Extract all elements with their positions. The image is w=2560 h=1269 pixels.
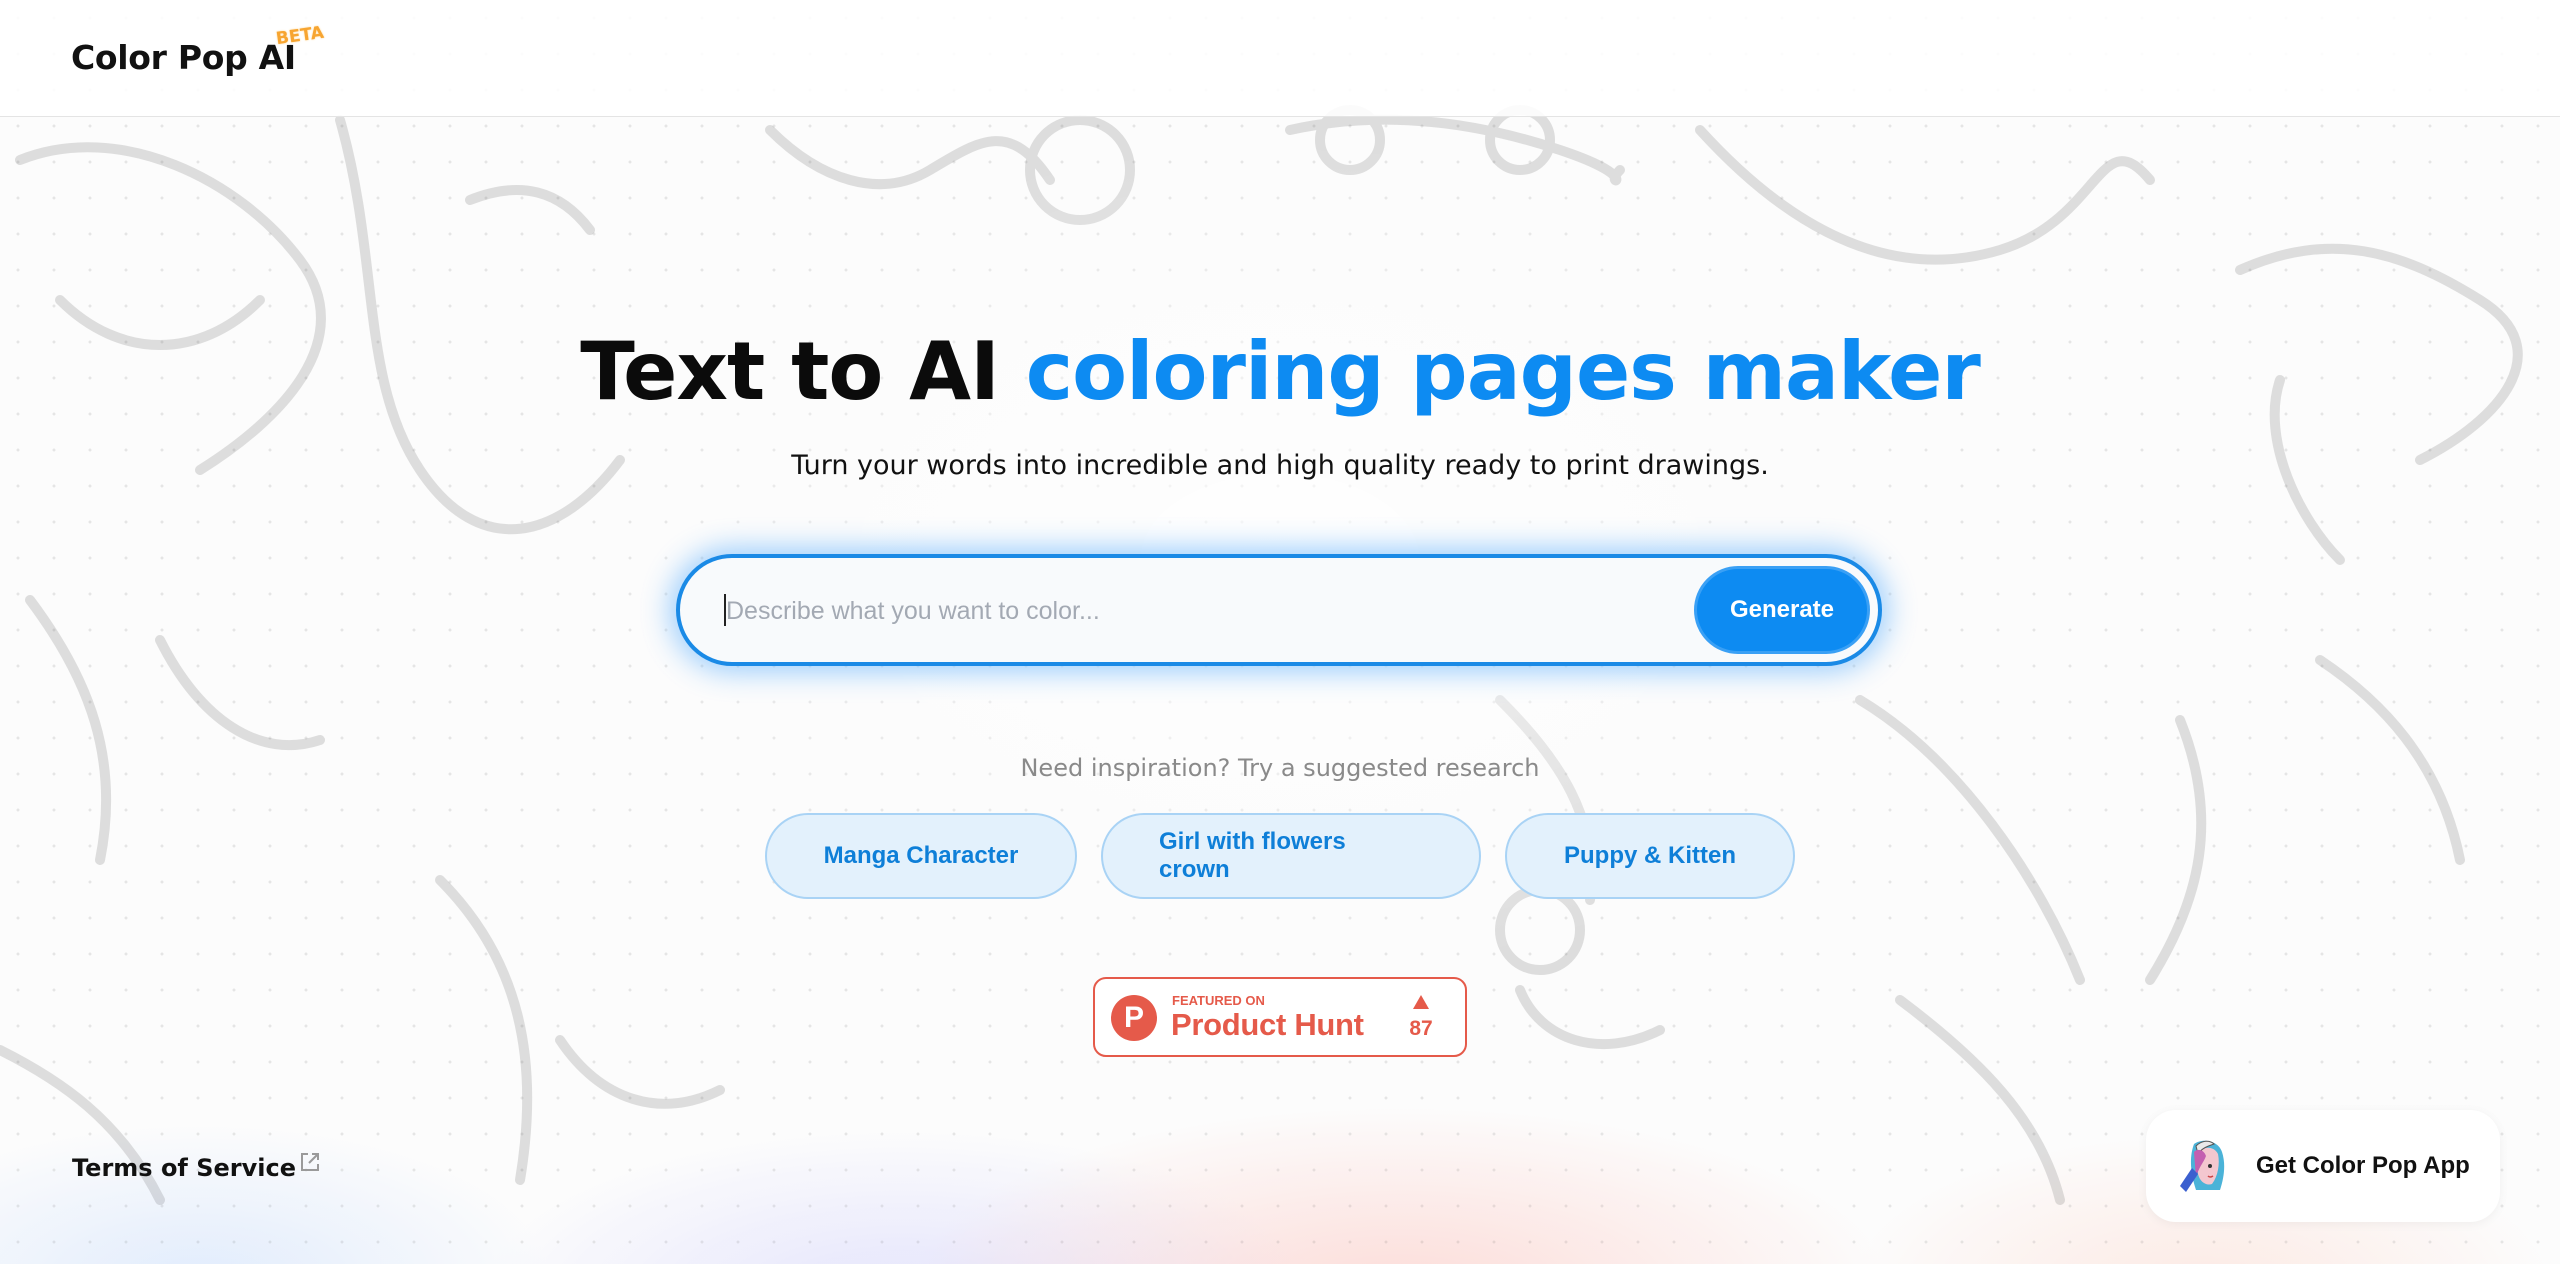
- get-app-button[interactable]: Get Color Pop App: [2146, 1110, 2500, 1222]
- title-prefix: Text to AI: [580, 325, 1000, 418]
- product-hunt-featured-label: FEATURED ON: [1172, 993, 1265, 1008]
- upvote-count: 87: [1409, 1017, 1433, 1040]
- suggestion-chip-manga-character[interactable]: Manga Character: [765, 813, 1077, 899]
- beta-badge: BETA: [274, 22, 326, 50]
- external-link-icon: [298, 1150, 322, 1180]
- suggestion-chips: Manga Character Girl with flowers crown …: [0, 813, 2560, 899]
- upvote-arrow-icon: [1413, 995, 1429, 1009]
- title-accent: coloring pages maker: [1025, 325, 1981, 418]
- product-hunt-name: Product Hunt: [1171, 1007, 1364, 1042]
- product-hunt-logo-icon: P: [1111, 995, 1157, 1041]
- page-subtitle: Turn your words into incredible and high…: [791, 450, 1769, 481]
- get-app-label: Get Color Pop App: [2256, 1152, 2470, 1179]
- suggestions-heading: Need inspiration? Try a suggested resear…: [1020, 754, 1540, 782]
- brand-logo[interactable]: Color Pop AI: [71, 38, 296, 77]
- product-hunt-badge[interactable]: P FEATURED ON Product Hunt 87: [1093, 977, 1467, 1057]
- prompt-search-bar: Generate: [676, 554, 1882, 666]
- prompt-input[interactable]: [724, 558, 1608, 664]
- page-title: Text to AI coloring pages maker: [0, 325, 2560, 418]
- app-avatar-icon: [2176, 1138, 2232, 1194]
- terms-of-service-link[interactable]: Terms of Service: [72, 1153, 322, 1182]
- suggestion-chip-girl-with-flowers-crown[interactable]: Girl with flowers crown: [1101, 813, 1481, 899]
- text-caret: [724, 594, 726, 626]
- terms-of-service-label: Terms of Service: [72, 1154, 297, 1182]
- top-navbar: Color Pop AI BETA: [0, 0, 2560, 117]
- generate-button[interactable]: Generate: [1694, 566, 1870, 654]
- suggestion-chip-puppy-kitten[interactable]: Puppy & Kitten: [1505, 813, 1795, 899]
